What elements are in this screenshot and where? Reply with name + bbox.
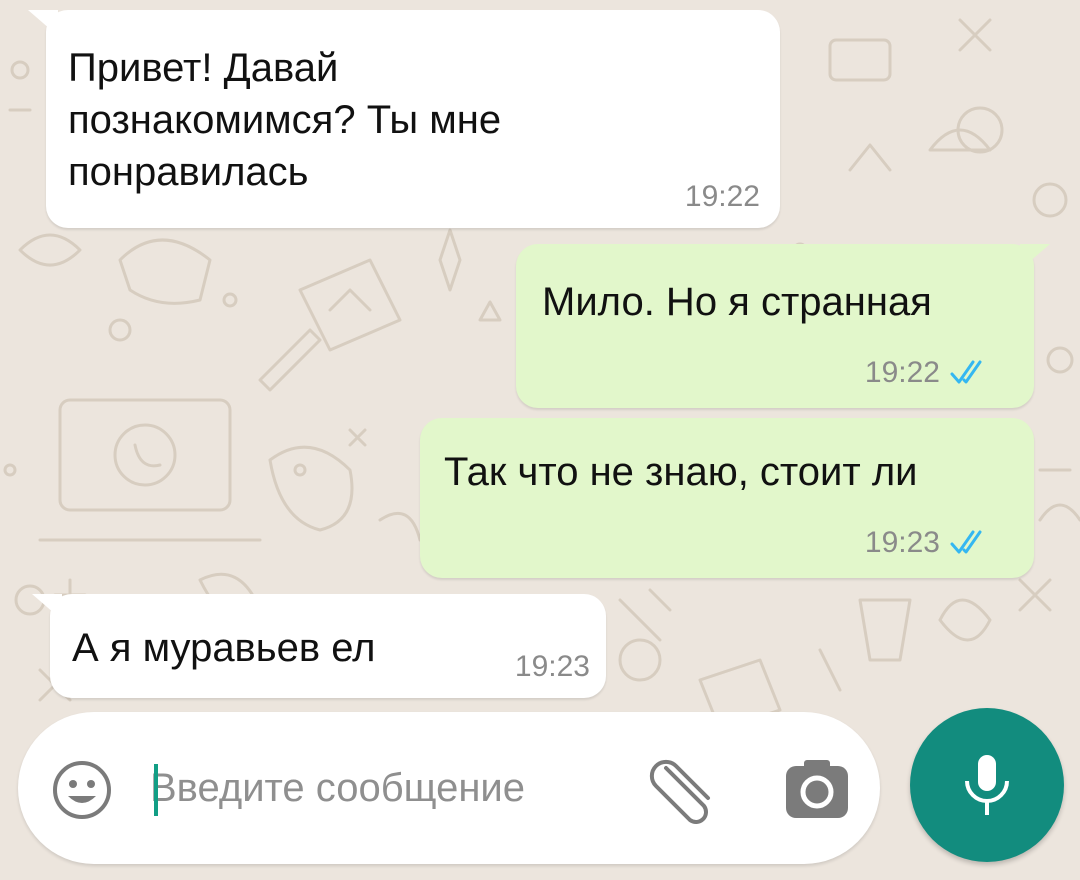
message-text: Мило. Но я странная bbox=[542, 280, 932, 324]
message-input[interactable] bbox=[136, 752, 620, 824]
voice-message-button[interactable] bbox=[910, 708, 1064, 862]
paperclip-icon[interactable] bbox=[646, 754, 726, 826]
message-time: 19:22 bbox=[864, 356, 940, 389]
microphone-icon bbox=[965, 755, 1009, 815]
bubble-tail bbox=[28, 10, 58, 36]
message-time: 19:23 bbox=[514, 650, 590, 683]
camera-icon[interactable] bbox=[782, 756, 852, 822]
message-meta: 19:23 bbox=[865, 526, 994, 560]
message-time: 19:23 bbox=[864, 526, 940, 559]
message-composer bbox=[18, 712, 880, 864]
message-meta: 19:22 bbox=[865, 356, 994, 390]
message-text: Так что не знаю, стоит ли bbox=[444, 450, 918, 494]
text-cursor bbox=[154, 764, 158, 816]
message-meta: 19:23 bbox=[515, 650, 590, 684]
bubble-tail bbox=[1020, 244, 1050, 270]
read-ticks-icon bbox=[950, 360, 982, 384]
message-time: 19:22 bbox=[684, 180, 760, 213]
message-meta: 19:22 bbox=[685, 180, 760, 214]
message-bubble-incoming[interactable]: А я муравьев ел 19:23 bbox=[50, 594, 606, 698]
message-text: А я муравьев ел bbox=[72, 626, 376, 670]
message-bubble-incoming[interactable]: Привет! Давай познакомимся? Ты мне понра… bbox=[46, 10, 780, 228]
bubble-tail bbox=[32, 594, 62, 620]
message-text: Привет! Давай познакомимся? Ты мне понра… bbox=[68, 46, 502, 194]
message-bubble-outgoing[interactable]: Мило. Но я странная 19:22 bbox=[516, 244, 1034, 408]
read-ticks-icon bbox=[950, 530, 982, 554]
message-bubble-outgoing[interactable]: Так что не знаю, стоит ли 19:23 bbox=[420, 418, 1034, 578]
emoji-icon[interactable] bbox=[50, 758, 114, 822]
